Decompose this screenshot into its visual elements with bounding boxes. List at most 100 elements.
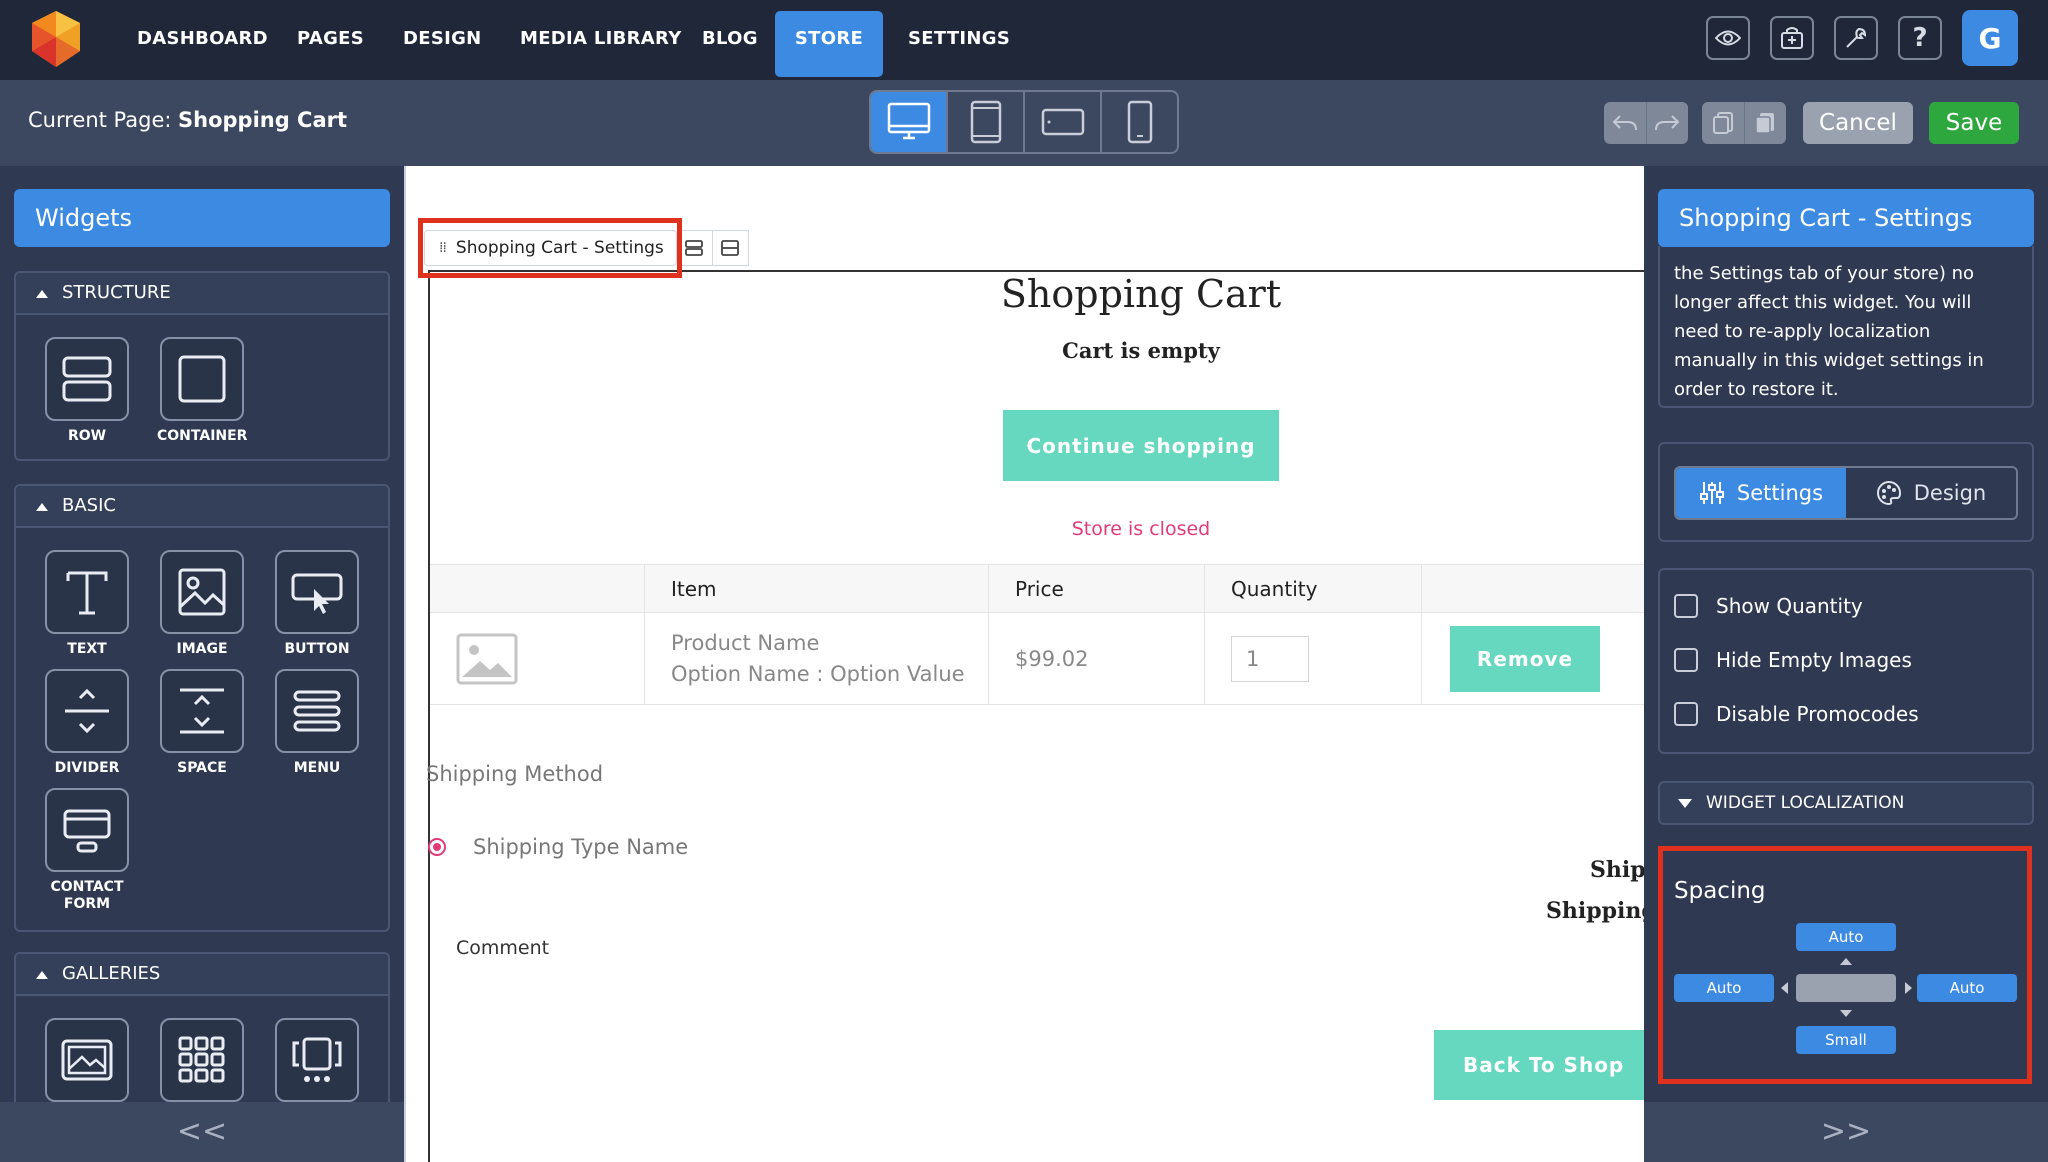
top-navigation-bar: DASHBOARD PAGES DESIGN MEDIA LIBRARY BLO… <box>0 0 2048 80</box>
show-quantity-checkbox[interactable] <box>1674 594 1698 618</box>
landscape-view-button[interactable] <box>1025 92 1102 152</box>
tab-design[interactable]: Design <box>1846 468 2016 518</box>
options-card: Show Quantity Hide Empty Images Disable … <box>1658 568 2034 754</box>
shipping-type-label[interactable]: Shipping Type Name <box>473 835 688 859</box>
sliders-icon <box>1699 482 1724 504</box>
arrow-down-icon <box>1840 1010 1852 1017</box>
table-row: Product Name Option Name : Option Value … <box>430 613 1644 705</box>
spacing-center-preview <box>1796 974 1896 1002</box>
phone-landscape-icon <box>1041 108 1084 136</box>
widget-contact-form[interactable]: CONTACT FORM <box>42 788 132 913</box>
spacing-left-button[interactable]: Auto <box>1674 974 1774 1002</box>
widget-space[interactable]: SPACE <box>157 669 247 777</box>
current-page-label: Current Page: <box>28 108 172 132</box>
widget-localization-header[interactable]: WIDGET LOCALIZATION <box>1658 781 2034 825</box>
settings-panel-title: Shopping Cart - Settings <box>1658 189 2034 247</box>
remove-button[interactable]: Remove <box>1450 625 1600 692</box>
hide-empty-images-checkbox-row[interactable]: Hide Empty Images <box>1674 648 1912 672</box>
widget-text[interactable]: TEXT <box>42 550 132 658</box>
divider-icon <box>65 688 109 734</box>
breadcrumb-row-icon[interactable] <box>676 230 713 266</box>
product-name[interactable]: Product Name <box>671 628 819 659</box>
redo-icon[interactable] <box>1647 102 1689 144</box>
cart-table: Item Price Quantity Product Name Option … <box>430 564 1644 705</box>
widget-image[interactable]: IMAGE <box>157 550 247 658</box>
paste-icon[interactable] <box>1745 102 1787 144</box>
actions-cell: Remove <box>1422 613 1644 704</box>
nav-design[interactable]: DESIGN <box>387 11 498 77</box>
history-group <box>1604 102 1688 144</box>
continue-shopping-button[interactable]: Continue shopping <box>1003 410 1279 481</box>
device-switcher <box>869 90 1179 154</box>
basic-section: BASIC TEXT IMAGE BUTTON DIVIDER SPACE ME… <box>14 484 390 932</box>
wrench-icon[interactable] <box>1834 16 1878 60</box>
palette-icon <box>1876 480 1901 506</box>
table-header-image <box>430 565 645 612</box>
widget-button[interactable]: BUTTON <box>272 550 362 658</box>
nav-blog[interactable]: BLOG <box>686 11 774 77</box>
back-to-shop-button[interactable]: Back To Shop <box>1434 1030 1644 1100</box>
spacing-title: Spacing <box>1674 878 1766 904</box>
save-button[interactable]: Save <box>1929 102 2019 144</box>
editor-toolbar: Current Page: Shopping Cart Cancel Save <box>0 80 2048 166</box>
widget-divider[interactable]: DIVIDER <box>42 669 132 777</box>
current-page-value[interactable]: Shopping Cart <box>178 108 347 132</box>
mobile-view-button[interactable] <box>1102 92 1177 152</box>
row-icon <box>62 356 112 402</box>
copy-icon[interactable] <box>1702 102 1745 144</box>
widget-gallery-grid[interactable] <box>157 1018 247 1102</box>
table-header-actions <box>1422 565 1644 612</box>
slider-icon <box>292 1037 342 1082</box>
tab-settings[interactable]: Settings <box>1676 468 1846 518</box>
tabs-card: Settings Design <box>1658 442 2034 542</box>
collapse-right-panel-button[interactable]: >> <box>1644 1102 2048 1162</box>
desktop-view-button[interactable] <box>871 92 948 152</box>
widget-menu[interactable]: MENU <box>272 669 362 777</box>
disable-promocodes-checkbox[interactable] <box>1674 702 1698 726</box>
collapse-left-panel-button[interactable]: << <box>0 1102 404 1162</box>
store-closed-text: Store is closed <box>1071 518 1211 540</box>
cancel-button[interactable]: Cancel <box>1803 102 1913 144</box>
undo-icon[interactable] <box>1604 102 1647 144</box>
store-bag-icon[interactable] <box>1770 16 1814 60</box>
structure-section-header[interactable]: STRUCTURE <box>16 273 388 315</box>
nav-dashboard[interactable]: DASHBOARD <box>121 11 284 77</box>
arrow-up-icon <box>1840 958 1852 965</box>
nav-media-library[interactable]: MEDIA LIBRARY <box>504 11 698 77</box>
hide-empty-images-checkbox[interactable] <box>1674 648 1698 672</box>
container-icon <box>178 355 226 403</box>
menu-icon <box>293 690 341 732</box>
nav-store[interactable]: STORE <box>775 11 883 77</box>
widget-gallery-slider[interactable] <box>272 1018 362 1102</box>
arrow-left-icon <box>1781 982 1788 994</box>
space-icon <box>180 688 224 734</box>
spacing-right-button[interactable]: Auto <box>1917 974 2017 1002</box>
preview-eye-icon[interactable] <box>1706 16 1750 60</box>
shipping-method-label: Shipping Method <box>426 762 604 786</box>
disable-promocodes-checkbox-row[interactable]: Disable Promocodes <box>1674 702 1919 726</box>
quantity-input[interactable]: 1 <box>1231 635 1309 682</box>
cart-empty-text: Cart is empty <box>1062 338 1220 363</box>
galleries-section-header[interactable]: GALLERIES <box>16 954 388 996</box>
logo-icon[interactable] <box>26 9 86 69</box>
text-icon <box>66 571 108 615</box>
show-quantity-checkbox-row[interactable]: Show Quantity <box>1674 594 1863 618</box>
spacing-bottom-button[interactable]: Small <box>1796 1026 1896 1054</box>
user-avatar[interactable]: G <box>1962 10 2018 66</box>
breadcrumb-container-icon[interactable] <box>712 230 749 266</box>
copy-group <box>1702 102 1786 144</box>
collapse-triangle-icon <box>36 971 48 979</box>
collapse-triangle-icon <box>36 290 48 298</box>
nav-settings[interactable]: SETTINGS <box>892 11 1026 77</box>
widgets-panel: Widgets STRUCTURE ROW CONTAINER BASIC TE… <box>0 166 404 1162</box>
shipping-type-radio[interactable] <box>428 838 446 856</box>
help-icon[interactable]: ? <box>1898 16 1942 60</box>
widget-gallery-image[interactable] <box>42 1018 132 1102</box>
spacing-top-button[interactable]: Auto <box>1796 923 1896 951</box>
widget-row[interactable]: ROW <box>42 337 132 445</box>
basic-section-header[interactable]: BASIC <box>16 486 388 528</box>
highlight-breadcrumb-box <box>418 218 682 278</box>
nav-pages[interactable]: PAGES <box>281 11 380 77</box>
widget-container[interactable]: CONTAINER <box>157 337 247 445</box>
tablet-view-button[interactable] <box>948 92 1025 152</box>
